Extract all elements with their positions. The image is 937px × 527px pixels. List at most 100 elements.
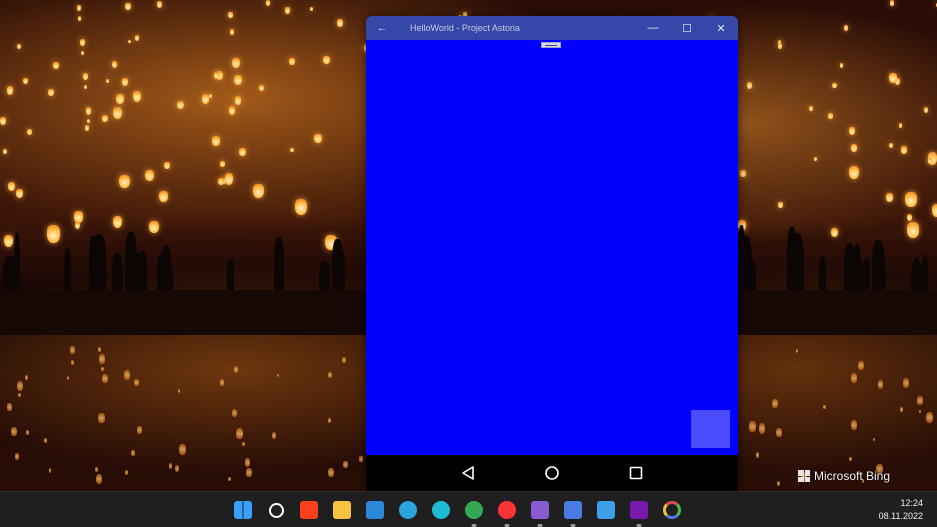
drag-handle[interactable] bbox=[541, 42, 561, 48]
app-content-area[interactable] bbox=[366, 40, 738, 455]
lantern bbox=[309, 6, 313, 11]
nav-home-button[interactable] bbox=[542, 463, 562, 483]
crowd-silhouette bbox=[791, 232, 805, 295]
lantern bbox=[22, 77, 28, 85]
crowd-silhouette bbox=[334, 248, 346, 295]
lantern bbox=[228, 12, 233, 18]
lantern bbox=[83, 84, 88, 90]
nav-recents-button[interactable] bbox=[626, 463, 646, 483]
lantern bbox=[111, 60, 117, 68]
water-reflection bbox=[94, 467, 98, 473]
lantern bbox=[3, 234, 14, 248]
water-reflection bbox=[850, 372, 858, 384]
lantern bbox=[112, 215, 123, 229]
water-reflection bbox=[95, 473, 103, 485]
lantern bbox=[84, 124, 90, 131]
lantern bbox=[907, 222, 920, 238]
windows-start-icon bbox=[234, 501, 252, 519]
maximize-icon: ☐ bbox=[682, 22, 692, 35]
maximize-button[interactable]: ☐ bbox=[670, 16, 704, 40]
nav-back-button[interactable] bbox=[458, 463, 478, 483]
lantern bbox=[85, 107, 92, 115]
water-reflection bbox=[917, 396, 923, 406]
telegram-taskbar-button[interactable] bbox=[396, 498, 420, 522]
lantern bbox=[905, 191, 917, 207]
water-reflection bbox=[236, 427, 244, 440]
lantern bbox=[265, 0, 271, 6]
lantern bbox=[79, 39, 85, 46]
water-reflection bbox=[18, 392, 22, 397]
back-button[interactable]: ← bbox=[366, 16, 398, 40]
water-reflection bbox=[851, 420, 858, 431]
water-reflection bbox=[71, 360, 75, 365]
color-ring-app-icon bbox=[663, 501, 681, 519]
floppy-save-app-taskbar-button[interactable] bbox=[561, 498, 585, 527]
light-blue-square bbox=[691, 410, 730, 448]
title-bar[interactable]: ← HelloWorld - Project Astoria — ☐ ✕ bbox=[366, 16, 738, 40]
lantern bbox=[212, 135, 220, 146]
water-reflection bbox=[849, 457, 852, 461]
lantern bbox=[928, 158, 933, 164]
water-reflection bbox=[343, 461, 348, 469]
yandex-browser-taskbar-button[interactable] bbox=[297, 498, 321, 522]
water-reflection bbox=[341, 356, 346, 364]
water-reflection bbox=[823, 405, 826, 409]
lantern bbox=[932, 203, 937, 218]
lantern bbox=[828, 112, 834, 119]
edge-taskbar-button[interactable] bbox=[429, 498, 453, 522]
lantern bbox=[740, 169, 746, 177]
watermark-label: Microsoft Bing bbox=[814, 469, 891, 483]
lantern bbox=[76, 5, 82, 12]
water-reflection bbox=[328, 372, 332, 379]
lantern bbox=[132, 90, 142, 102]
water-reflection bbox=[231, 408, 238, 418]
lantern bbox=[886, 192, 894, 202]
yandex-browser-icon bbox=[300, 501, 318, 519]
clock-time: 12:24 bbox=[900, 498, 923, 508]
water-reflection bbox=[858, 361, 864, 371]
water-reflection bbox=[919, 409, 922, 414]
visual-studio-preview-taskbar-button[interactable] bbox=[528, 498, 552, 527]
water-reflection bbox=[123, 370, 130, 380]
bing-watermark[interactable]: Microsoft Bing bbox=[798, 469, 890, 483]
close-button[interactable]: ✕ bbox=[704, 16, 738, 40]
yandex-taskbar-button[interactable] bbox=[495, 498, 519, 527]
lantern bbox=[229, 29, 235, 35]
clock-date: 08.11.2022 bbox=[878, 511, 923, 521]
chrome-taskbar-button[interactable] bbox=[462, 498, 486, 527]
water-reflection bbox=[242, 441, 245, 446]
telegram-icon bbox=[399, 501, 417, 519]
lantern bbox=[3, 148, 8, 154]
lantern bbox=[284, 7, 290, 14]
lantern bbox=[889, 72, 898, 83]
square-recents-icon bbox=[629, 466, 643, 480]
onenote-taskbar-button[interactable] bbox=[627, 498, 651, 527]
lantern bbox=[201, 94, 209, 104]
minimize-button[interactable]: — bbox=[636, 16, 670, 40]
water-reflection bbox=[137, 426, 143, 434]
windows-taskbar: 12:24 08.11.2022 bbox=[0, 491, 937, 527]
app-window[interactable]: ← HelloWorld - Project Astoria — ☐ ✕ bbox=[366, 16, 738, 491]
lantern bbox=[314, 133, 322, 143]
water-reflection bbox=[900, 406, 903, 412]
water-reflection bbox=[98, 412, 105, 424]
chrome-icon bbox=[465, 501, 483, 519]
lantern bbox=[77, 16, 82, 22]
lantern bbox=[134, 35, 140, 41]
search-taskbar-button[interactable] bbox=[264, 498, 288, 522]
file-explorer-taskbar-button[interactable] bbox=[330, 498, 354, 522]
notepad-taskbar-button[interactable] bbox=[594, 498, 618, 522]
close-icon: ✕ bbox=[716, 22, 726, 35]
lantern bbox=[290, 147, 294, 153]
lantern bbox=[80, 50, 85, 56]
lantern bbox=[128, 39, 132, 44]
water-reflection bbox=[246, 468, 252, 478]
lantern bbox=[294, 198, 308, 216]
lantern bbox=[234, 96, 241, 105]
color-ring-app-taskbar-button[interactable] bbox=[660, 498, 684, 522]
windows-start-taskbar-button[interactable] bbox=[231, 498, 255, 522]
lantern bbox=[323, 55, 330, 65]
system-clock[interactable]: 12:24 08.11.2022 bbox=[879, 497, 923, 523]
microsoft-store-taskbar-button[interactable] bbox=[363, 498, 387, 522]
water-reflection bbox=[17, 381, 24, 392]
